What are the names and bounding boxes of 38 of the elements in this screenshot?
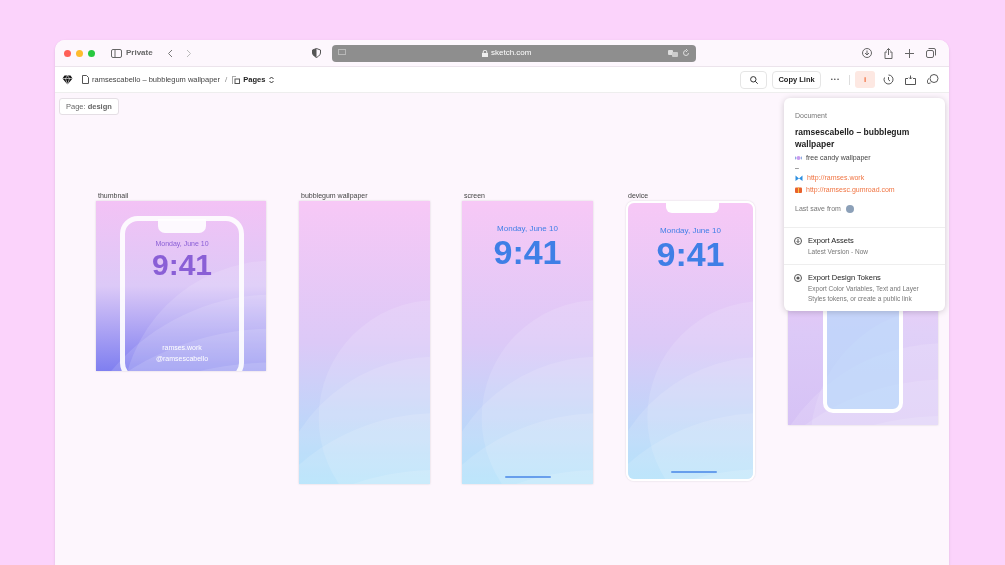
target-icon [794, 273, 802, 282]
candy-icon [795, 154, 802, 161]
date-text: Monday, June 10 [660, 225, 721, 237]
home-indicator [505, 476, 551, 478]
gift-icon [795, 186, 802, 194]
new-tab-icon[interactable] [905, 48, 914, 58]
avatar-icon [845, 205, 854, 214]
private-mode-label: Private [126, 47, 153, 59]
document-icon [82, 75, 89, 84]
butterfly-icon [795, 174, 803, 182]
back-icon[interactable] [166, 48, 173, 58]
pages-icon [232, 75, 241, 84]
sidebar-icon[interactable] [111, 48, 122, 58]
tabs-overview-icon[interactable] [926, 48, 936, 58]
search-button[interactable] [740, 70, 768, 89]
clock-time: 9:41 [656, 237, 725, 271]
document-title: ramsescabello – bubblegum wallpaper [795, 125, 911, 150]
phone-notch [158, 219, 206, 233]
date-text: Monday, June 10 [497, 223, 558, 235]
search-icon [749, 75, 758, 84]
phone-notch [666, 203, 719, 213]
download-icon[interactable] [862, 48, 872, 58]
download-circle-icon [794, 236, 802, 245]
inbox-tray-icon[interactable] [905, 74, 916, 85]
share-icon[interactable] [884, 47, 893, 59]
url-text: sketch.com [490, 47, 532, 59]
history-icon[interactable] [883, 74, 894, 85]
diamond-logo-icon[interactable] [62, 74, 73, 85]
clock-time: 9:41 [151, 249, 212, 280]
home-indicator [671, 471, 717, 473]
close-window-button[interactable] [64, 49, 71, 57]
shield-icon[interactable] [311, 48, 321, 58]
chevron-up-down-icon [269, 75, 275, 84]
comments-icon[interactable] [927, 74, 939, 85]
breadcrumb-separator: / [225, 73, 228, 86]
page-icon [337, 49, 346, 57]
clock-time: 9:41 [493, 235, 562, 269]
lock-icon [481, 49, 488, 57]
